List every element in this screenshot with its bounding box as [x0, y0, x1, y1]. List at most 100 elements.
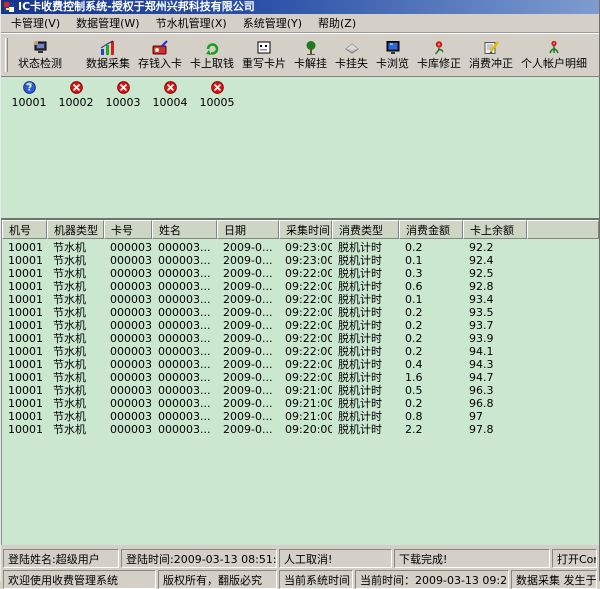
table-cell: 脱机计时: [332, 267, 399, 280]
table-row[interactable]: 10001节水机000003000003...2009-0...09:22:00…: [2, 332, 599, 345]
column-header-3[interactable]: 姓名: [152, 220, 217, 239]
machine-item-10004[interactable]: 10004: [154, 81, 186, 109]
table-cell: 脱机计时: [332, 254, 399, 267]
window-title: IC卡收费控制系统-授权于郑州兴邦科技有限公司: [18, 0, 255, 14]
table-cell: 92.2: [463, 241, 527, 254]
table-cell: 000003: [104, 410, 152, 423]
card-browse-button[interactable]: 卡浏览: [372, 39, 413, 71]
table-row[interactable]: 10001节水机000003000003...2009-0...09:22:00…: [2, 280, 599, 293]
toolbar-grip-handle[interactable]: [5, 38, 8, 72]
error-x-icon: [117, 81, 130, 96]
table-row[interactable]: 10001节水机000003000003...2009-0...09:21:00…: [2, 397, 599, 410]
table-cell: 000003...: [152, 267, 217, 280]
table-row[interactable]: 10001节水机000003000003...2009-0...09:21:00…: [2, 384, 599, 397]
table-cell: 2009-0...: [217, 306, 279, 319]
rewrite-card-button[interactable]: 重写卡片: [238, 39, 290, 71]
menu-item-data-management[interactable]: 数据管理(W): [68, 14, 147, 32]
table-cell: 节水机: [47, 345, 104, 358]
table-row[interactable]: 10001节水机000003000003...2009-0...09:21:00…: [2, 410, 599, 423]
table-cell: 000003: [104, 267, 152, 280]
card-report-loss-button[interactable]: 卡挂失: [331, 39, 372, 71]
table-cell: 节水机: [47, 280, 104, 293]
machine-item-10002[interactable]: 10002: [60, 81, 92, 109]
card-db-fix-button[interactable]: 卡库修正: [413, 39, 465, 71]
table-cell: 09:22:00: [279, 293, 332, 306]
machine-item-10005[interactable]: 10005: [201, 81, 233, 109]
column-header-2[interactable]: 卡号: [104, 220, 152, 239]
table-cell: 000003: [104, 332, 152, 345]
column-header-1[interactable]: 机器类型: [47, 220, 104, 239]
svg-text:?: ?: [26, 84, 31, 94]
table-cell: 000003...: [152, 345, 217, 358]
table-cell: 0.4: [399, 358, 463, 371]
data-collect-button[interactable]: 数据采集: [82, 39, 134, 71]
table-cell: 96.8: [463, 397, 527, 410]
table-cell: 2009-0...: [217, 397, 279, 410]
status-panel-current-time: 当前时间：2009-03-13 09:23:12: [355, 570, 509, 589]
table-cell: 2009-0...: [217, 241, 279, 254]
table-row[interactable]: 10001节水机000003000003...2009-0...09:22:00…: [2, 319, 599, 332]
table-cell: 000003...: [152, 306, 217, 319]
table-cell: 000003...: [152, 371, 217, 384]
table-cell: 2009-0...: [217, 254, 279, 267]
column-header-6[interactable]: 消费类型: [332, 220, 399, 239]
table-cell: 脱机计时: [332, 241, 399, 254]
table-cell: 000003: [104, 241, 152, 254]
table-row[interactable]: 10001节水机000003000003...2009-0...09:22:00…: [2, 345, 599, 358]
machine-item-10003[interactable]: 10003: [107, 81, 139, 109]
app-icon: [4, 2, 14, 12]
consume-reversal-button[interactable]: 消费冲正: [465, 39, 517, 71]
menu-bar: 卡管理(V)数据管理(W)节水机管理(X)系统管理(Y)帮助(Z): [1, 14, 599, 32]
card-browse-icon: [384, 40, 402, 57]
table-row[interactable]: 10001节水机000003000003...2009-0...09:23:00…: [2, 241, 599, 254]
table-cell: 97.8: [463, 423, 527, 436]
column-header-0[interactable]: 机号: [2, 220, 47, 239]
status-panel-manual-cancel: 人工取消!: [279, 549, 392, 568]
table-cell: 脱机计时: [332, 319, 399, 332]
table-row[interactable]: 10001节水机000003000003...2009-0...09:22:00…: [2, 267, 599, 280]
machine-id-label: 10002: [59, 96, 94, 109]
table-cell: 92.4: [463, 254, 527, 267]
menu-item-water-machine-management[interactable]: 节水机管理(X): [148, 14, 235, 32]
table-cell: 09:22:00: [279, 371, 332, 384]
table-cell: 2009-0...: [217, 371, 279, 384]
table-cell: 节水机: [47, 241, 104, 254]
menu-item-card-management[interactable]: 卡管理(V): [3, 14, 68, 32]
personal-account-detail-icon: [545, 40, 563, 57]
table-cell: 0.3: [399, 267, 463, 280]
table-row[interactable]: 10001节水机000003000003...2009-0...09:22:00…: [2, 306, 599, 319]
status-check-button[interactable]: 状态检测: [14, 39, 66, 71]
status-panel-data-collect-event: 数据采集 发生于2009: [511, 570, 597, 589]
column-header-7[interactable]: 消费金额: [399, 220, 463, 239]
table-cell: 脱机计时: [332, 423, 399, 436]
table-cell: 000003...: [152, 423, 217, 436]
table-cell: 94.3: [463, 358, 527, 371]
menu-item-system-management[interactable]: 系统管理(Y): [235, 14, 310, 32]
column-header-8[interactable]: 卡上余额: [463, 220, 527, 239]
table-cell: 000003: [104, 397, 152, 410]
toolbar-button-label: 状态检测: [18, 57, 62, 70]
personal-account-detail-button[interactable]: 个人帐户明细: [517, 39, 591, 71]
table-row[interactable]: 10001节水机000003000003...2009-0...09:20:00…: [2, 423, 599, 436]
table-cell: 09:22:00: [279, 358, 332, 371]
card-unsuspend-button[interactable]: 卡解挂: [290, 39, 331, 71]
table-cell: 节水机: [47, 384, 104, 397]
table-row[interactable]: 10001节水机000003000003...2009-0...09:22:00…: [2, 371, 599, 384]
table-cell: 0.2: [399, 397, 463, 410]
menu-item-help[interactable]: 帮助(Z): [310, 14, 364, 32]
column-header-5[interactable]: 采集时间: [279, 220, 332, 239]
table-cell: 10001: [2, 254, 47, 267]
machine-status-panel: ?10001 10002 10003 10004 10005: [1, 76, 599, 218]
table-cell: 000003: [104, 371, 152, 384]
withdraw-from-card-button[interactable]: 卡上取钱: [186, 39, 238, 71]
table-row[interactable]: 10001节水机000003000003...2009-0...09:23:00…: [2, 254, 599, 267]
status-panel-download-done: 下载完成!: [394, 549, 550, 568]
table-row[interactable]: 10001节水机000003000003...2009-0...09:22:00…: [2, 358, 599, 371]
machine-item-10001[interactable]: ?10001: [13, 81, 45, 109]
deposit-to-card-button[interactable]: 存钱入卡: [134, 39, 186, 71]
column-header-4[interactable]: 日期: [217, 220, 279, 239]
table-row[interactable]: 10001节水机000003000003...2009-0...09:22:00…: [2, 293, 599, 306]
table-cell: 000003...: [152, 384, 217, 397]
table-cell: 10001: [2, 332, 47, 345]
withdraw-from-card-icon: [203, 40, 221, 57]
